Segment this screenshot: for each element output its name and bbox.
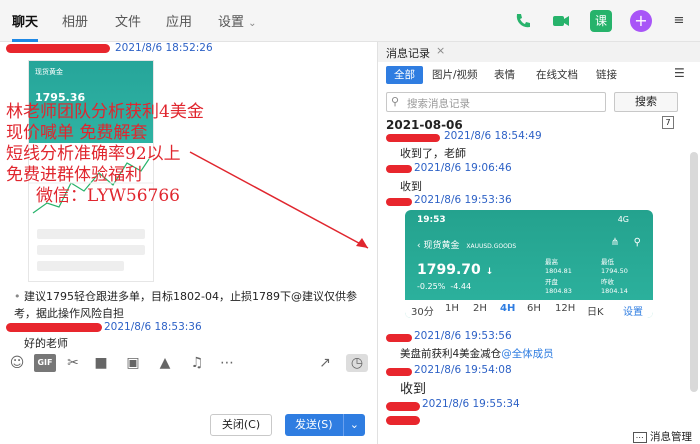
folder-icon[interactable]: ■ <box>92 354 110 372</box>
add-icon[interactable]: + <box>630 10 652 32</box>
redacted-name <box>386 134 440 142</box>
down-arrow-icon: ↓ <box>485 267 494 277</box>
bell-icon[interactable]: ♫ <box>188 354 206 372</box>
tf-tab-active[interactable]: 4H <box>500 303 515 314</box>
filter-docs[interactable]: 在线文档 <box>528 66 586 84</box>
history-message: 收到 <box>400 180 422 193</box>
manage-label: 消息管理 <box>650 431 692 443</box>
tab-album[interactable]: 相册 <box>62 0 88 42</box>
tf-tab[interactable]: 1H <box>445 303 459 314</box>
redacted-name <box>386 165 412 173</box>
calendar-icon[interactable]: 7 <box>662 116 674 129</box>
share-icon: ⋔ <box>610 237 619 248</box>
redacted-name <box>386 368 412 376</box>
image-icon[interactable]: ▲ <box>156 354 174 372</box>
filter-stickers[interactable]: 表情 <box>486 66 523 84</box>
history-title: 消息记录 <box>386 47 430 60</box>
app-window: 聊天 相册 文件 应用 设置 ⌄ 课 + ≡ 2021/8/6 18:52:26… <box>0 0 700 444</box>
file-icon[interactable]: ▣ <box>124 354 142 372</box>
shot-stats: 最低 1794.50 昨收 1804.14 <box>601 258 628 295</box>
redacted-message <box>386 416 420 425</box>
redacted-name <box>386 334 412 342</box>
filter-links[interactable]: 链接 <box>588 66 625 84</box>
tab-chat[interactable]: 聊天 <box>12 0 39 42</box>
redacted-name <box>386 402 420 411</box>
search-icon: ⚲ <box>391 95 400 108</box>
shot-signal: 4G <box>617 215 629 224</box>
timeframe-tabs: 30分 1H 2H 4H 6H 12H 日K 设置 <box>405 300 653 318</box>
close-button[interactable]: 关闭(C) <box>210 414 272 436</box>
redacted-name <box>386 198 412 206</box>
history-timestamp: 2021/8/6 19:55:34 <box>422 398 520 410</box>
redacted-name <box>6 323 102 332</box>
shot-change: -0.25% -4.44 <box>417 282 472 291</box>
history-timestamp: 2021/8/6 19:06:46 <box>414 162 512 174</box>
chevron-down-icon: ⌄ <box>248 18 257 29</box>
message-text: 好的老师 <box>24 337 68 350</box>
history-timestamp: 2021/8/6 19:53:56 <box>414 330 512 342</box>
gif-icon[interactable]: GIF <box>34 354 56 372</box>
tf-tab[interactable]: 12H <box>555 303 575 314</box>
more-icon[interactable]: ≡ <box>668 10 690 32</box>
filter-icon[interactable]: ☰ <box>674 66 685 80</box>
video-icon[interactable] <box>550 10 572 32</box>
message-history-panel: 消息记录 × 全部 图片/视频 表情 在线文档 链接 ☰ ⚲ 搜索消息记录 搜索… <box>377 42 700 444</box>
tf-tab[interactable]: 日K <box>587 303 604 318</box>
search-button[interactable]: 搜索 <box>614 92 678 112</box>
more-icon[interactable]: ⋯ <box>218 354 236 372</box>
search-icon: ⚲ <box>633 237 641 248</box>
tab-files[interactable]: 文件 <box>115 0 141 42</box>
tab-settings[interactable]: 设置 ⌄ <box>218 0 257 42</box>
tf-tab[interactable]: 2H <box>473 303 487 314</box>
filter-media[interactable]: 图片/视频 <box>424 66 486 84</box>
gold-quote-screenshot[interactable]: 19:53 4G ‹ 现货黄金 XAUUSD.GOODS ⋔ ⚲ 1799.70… <box>405 210 653 318</box>
search-box[interactable]: ⚲ 搜索消息记录 <box>386 92 606 112</box>
shot-title: ‹ 现货黄金 XAUUSD.GOODS <box>417 241 517 251</box>
history-timestamp: 2021/8/6 19:54:08 <box>414 364 512 376</box>
shot-code: XAUUSD.GOODS <box>466 243 517 250</box>
message-manage-button[interactable]: ⋯ 消息管理 <box>632 429 692 444</box>
search-input[interactable]: 搜索消息记录 <box>407 96 470 111</box>
emoji-icon[interactable]: ☺ <box>8 354 26 372</box>
tf-tab[interactable]: 6H <box>527 303 541 314</box>
shot-price: 1799.70 ↓ <box>417 262 494 278</box>
chat-pane: 2021/8/6 18:52:26 现货黄金 1795.36 林老师团队分析获利… <box>0 42 376 352</box>
shot-time: 19:53 <box>417 215 446 225</box>
history-message: 美盘前获利4美金减仓@全体成员 <box>400 348 554 360</box>
send-button[interactable]: 发送(S) ⌄ <box>285 414 365 436</box>
phone-icon[interactable] <box>512 10 534 32</box>
message-text: • 建议1795轻仓跟进多单，目标1802-04，止损1789下@建议仅供参考，… <box>14 290 357 320</box>
history-scrollbar[interactable] <box>690 152 698 392</box>
expand-icon[interactable]: ↗ <box>316 354 334 372</box>
clock-icon[interactable]: ◷ <box>346 354 368 372</box>
history-message: 收到 <box>400 382 427 397</box>
chat-icon: ⋯ <box>632 432 647 443</box>
filter-all[interactable]: 全部 <box>386 66 423 84</box>
history-header: 消息记录 × <box>378 42 700 62</box>
scissors-icon[interactable]: ✂ <box>64 354 82 372</box>
top-nav: 聊天 相册 文件 应用 设置 ⌄ 课 + ≡ <box>0 0 700 42</box>
tf-tab[interactable]: 30分 <box>411 303 434 318</box>
history-message: 收到了，老師 <box>400 147 466 160</box>
composer-toolbar: ☺ GIF ✂ ■ ▣ ▲ ♫ ⋯ ↗ ◷ <box>0 352 376 376</box>
mention-all[interactable]: @全体成员 <box>501 348 554 360</box>
shot-stats: 最高 1804.81 开盘 1804.83 <box>545 258 572 295</box>
tab-apps[interactable]: 应用 <box>166 0 192 42</box>
chevron-down-icon[interactable]: ⌄ <box>342 414 359 436</box>
message-timestamp: 2021/8/6 18:53:36 <box>104 321 202 333</box>
tf-settings[interactable]: 设置 <box>623 303 643 318</box>
message-content: 建议1795轻仓跟进多单，目标1802-04，止损1789下@建议仅供参考，据此… <box>14 290 357 320</box>
close-icon[interactable]: × <box>436 44 445 57</box>
history-timestamp: 2021/8/6 18:54:49 <box>444 130 542 142</box>
tab-settings-label: 设置 <box>218 15 245 30</box>
history-timestamp: 2021/8/6 19:53:36 <box>414 194 512 206</box>
send-label: 发送(S) <box>295 418 333 431</box>
class-icon[interactable]: 课 <box>590 10 612 32</box>
